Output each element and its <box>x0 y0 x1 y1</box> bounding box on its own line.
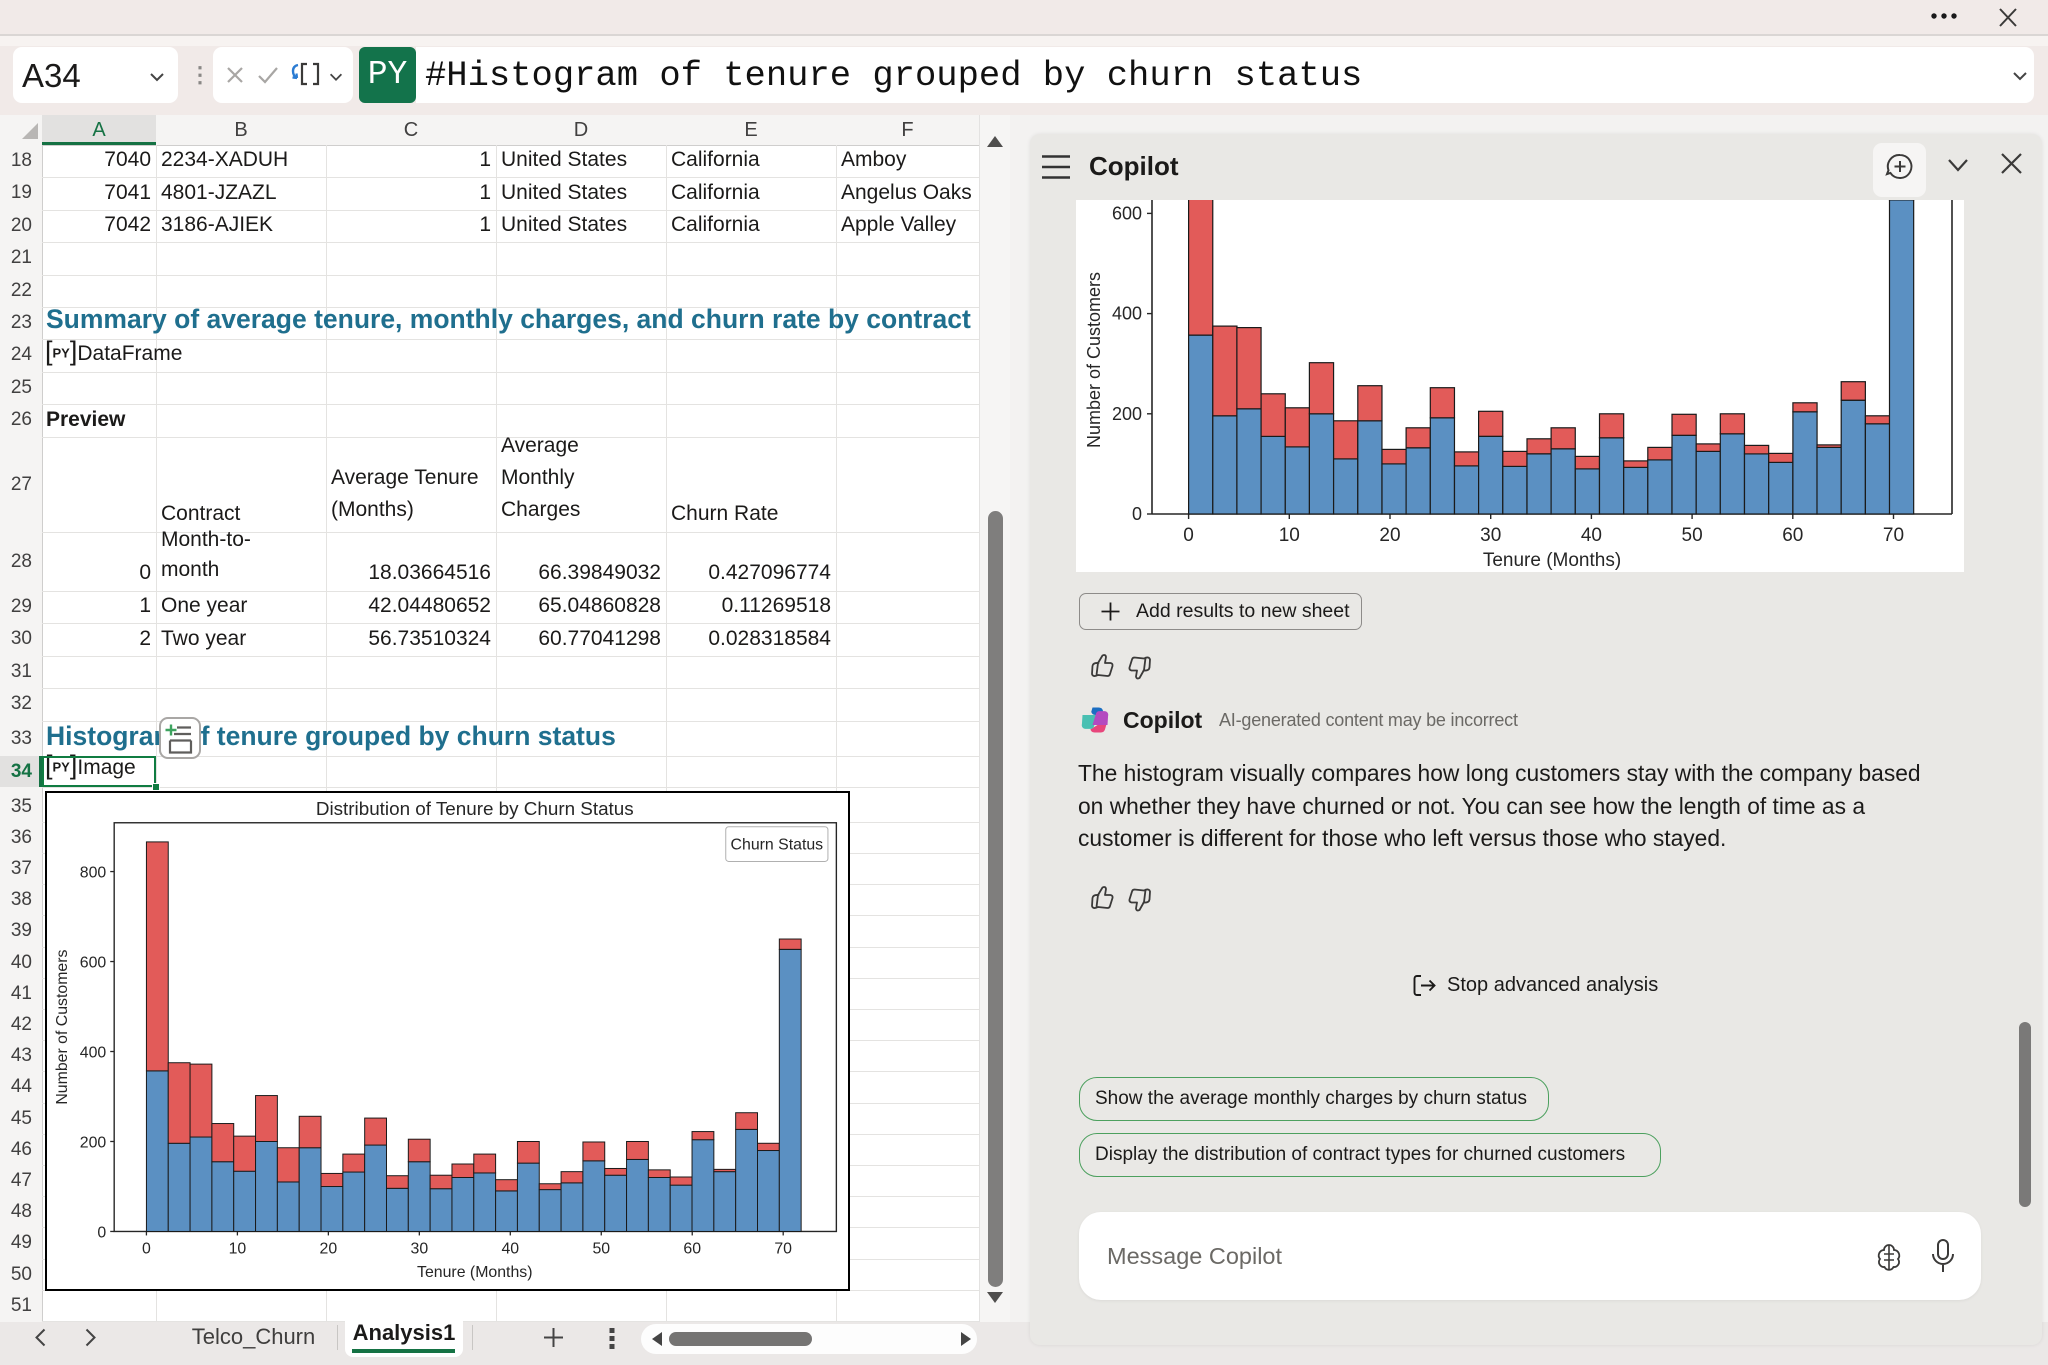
svg-text:Tenure (Months): Tenure (Months) <box>1483 550 1621 571</box>
svg-text:30: 30 <box>410 1240 428 1257</box>
svg-text:Number of Customers: Number of Customers <box>1084 272 1104 448</box>
svg-text:0: 0 <box>142 1240 151 1257</box>
svg-text:60: 60 <box>1782 525 1803 546</box>
svg-text:Churn Status: Churn Status <box>730 837 823 854</box>
svg-text:10: 10 <box>228 1240 246 1257</box>
svg-text:800: 800 <box>79 865 106 882</box>
svg-text:200: 200 <box>1112 404 1142 424</box>
svg-text:400: 400 <box>1112 304 1142 324</box>
svg-text:0: 0 <box>97 1224 106 1241</box>
svg-text:30: 30 <box>1480 525 1501 546</box>
svg-text:50: 50 <box>1682 525 1703 546</box>
svg-text:70: 70 <box>1883 525 1904 546</box>
svg-text:0: 0 <box>1132 504 1142 524</box>
svg-text:40: 40 <box>1581 525 1602 546</box>
svg-text:60: 60 <box>683 1240 701 1257</box>
svg-text:600: 600 <box>1112 203 1142 223</box>
svg-text:400: 400 <box>79 1044 106 1061</box>
svg-text:50: 50 <box>592 1240 610 1257</box>
svg-text:Number of Customers: Number of Customers <box>54 949 71 1104</box>
svg-text:Distribution of Tenure by Chur: Distribution of Tenure by Churn Status <box>315 798 633 819</box>
svg-text:10: 10 <box>1279 525 1300 546</box>
svg-text:0: 0 <box>1183 525 1194 546</box>
svg-text:20: 20 <box>1379 525 1400 546</box>
svg-text:20: 20 <box>319 1240 337 1257</box>
svg-text:Tenure (Months): Tenure (Months) <box>417 1264 532 1281</box>
svg-text:600: 600 <box>79 954 106 971</box>
svg-text:40: 40 <box>501 1240 519 1257</box>
svg-text:200: 200 <box>79 1134 106 1151</box>
svg-text:70: 70 <box>774 1240 792 1257</box>
